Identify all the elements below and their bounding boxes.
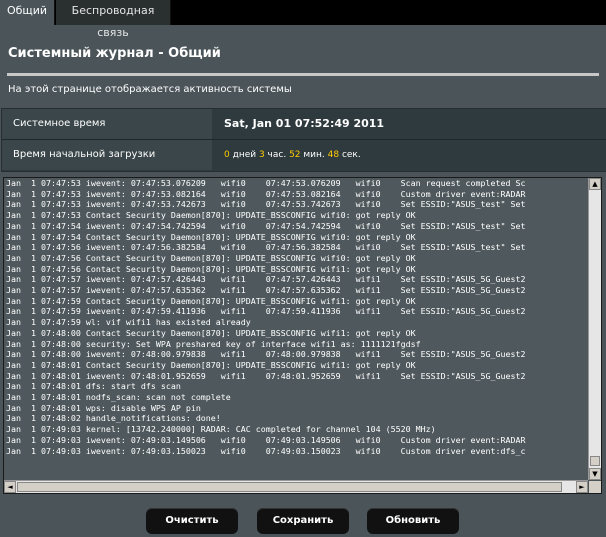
page-title: Системный журнал - Общий — [8, 46, 221, 61]
scrollbar-corner — [589, 481, 601, 493]
log-line: Jan 1 07:47:56 iwevent: 07:47:56.382584 … — [6, 242, 526, 253]
log-line: Jan 1 07:48:01 iwevent: 07:48:01.952659 … — [6, 370, 526, 381]
scroll-left-icon[interactable]: ◄ — [4, 481, 16, 493]
log-line: Jan 1 07:48:01 dfs: start dfs scan — [6, 381, 181, 392]
title-divider — [7, 73, 599, 76]
scroll-up-icon[interactable]: ▲ — [589, 178, 601, 190]
save-button[interactable]: Сохранить — [257, 508, 349, 534]
log-line: Jan 1 07:47:53 iwevent: 07:47:53.076209 … — [6, 178, 526, 188]
tab-wireless[interactable]: Беспроводная связь — [56, 0, 171, 39]
log-line: Jan 1 07:47:57 iwevent: 07:47:57.426443 … — [6, 274, 526, 285]
log-line: Jan 1 07:47:56 Contact Security Daemon[8… — [6, 252, 416, 263]
uptime-days-unit: дней — [229, 150, 259, 160]
log-line: Jan 1 07:47:56 Contact Security Daemon[8… — [6, 263, 416, 274]
uptime-seconds: 48 — [327, 150, 340, 160]
vertical-scroll-thumb[interactable] — [590, 456, 600, 466]
horizontal-scroll-thumb[interactable] — [17, 482, 562, 492]
log-line: Jan 1 07:48:01 wps: disable WPS AP pin — [6, 402, 201, 413]
uptime-minutes: 52 — [289, 150, 301, 160]
log-line: Jan 1 07:47:59 Contact Security Daemon[8… — [6, 295, 416, 306]
scroll-right-icon[interactable]: ► — [576, 481, 588, 493]
system-log-textarea[interactable]: Jan 1 07:47:53 iwevent: 07:47:53.076209 … — [3, 177, 602, 494]
log-line: Jan 1 07:48:00 iwevent: 07:48:00.979838 … — [6, 349, 526, 360]
scroll-down-icon[interactable]: ▼ — [589, 468, 601, 480]
log-line: Jan 1 07:47:54 iwevent: 07:47:54.742594 … — [6, 220, 526, 231]
log-line: Jan 1 07:48:00 security: Set WPA preshar… — [6, 338, 421, 349]
log-line: Jan 1 07:47:54 Contact Security Daemon[8… — [6, 231, 416, 242]
horizontal-scrollbar[interactable]: ◄ ► — [4, 480, 588, 493]
log-line: Jan 1 07:47:59 iwevent: 07:47:59.411936 … — [6, 306, 526, 317]
log-line: Jan 1 07:47:53 iwevent: 07:47:53.082164 … — [6, 188, 526, 199]
log-line: Jan 1 07:47:57 iwevent: 07:47:57.635362 … — [6, 285, 526, 296]
log-line: Jan 1 07:49:03 iwevent: 07:49:03.149506 … — [6, 434, 526, 445]
log-line: Jan 1 07:47:53 iwevent: 07:47:53.742673 … — [6, 199, 526, 210]
refresh-button[interactable]: Обновить — [367, 508, 459, 534]
log-line: Jan 1 07:48:02 handle_notifications: don… — [6, 413, 221, 424]
vertical-scrollbar[interactable]: ▲ ▼ — [588, 178, 601, 480]
uptime-minutes-unit: мин. — [300, 150, 328, 160]
log-line: Jan 1 07:47:53 Contact Security Daemon[8… — [6, 210, 416, 221]
system-time-label: Системное время — [2, 109, 212, 139]
log-line: Jan 1 07:48:01 nodfs_scan: scan not comp… — [6, 392, 231, 403]
log-line: Jan 1 07:47:59 wl: vif wifi1 has existed… — [6, 317, 251, 328]
tab-general[interactable]: Общий — [0, 0, 55, 25]
clear-button[interactable]: Очистить — [146, 508, 238, 534]
log-line: Jan 1 07:49:03 kernel: [13742.240000] RA… — [6, 424, 436, 435]
system-time-row: Системное время Sat, Jan 01 07:52:49 201… — [2, 109, 606, 140]
log-line: Jan 1 07:49:03 iwevent: 07:49:03.150023 … — [6, 445, 526, 456]
uptime-hours-unit: час. — [264, 150, 290, 160]
tab-bar: Общий Беспроводная связь — [0, 0, 606, 39]
system-info-table: Системное время Sat, Jan 01 07:52:49 201… — [1, 108, 606, 172]
uptime-label: Время начальной загрузки — [2, 140, 212, 170]
log-line: Jan 1 07:48:01 Contact Security Daemon[8… — [6, 359, 416, 370]
system-time-value: Sat, Jan 01 07:52:49 2011 — [224, 117, 385, 130]
uptime-seconds-unit: сек. — [339, 150, 361, 160]
page-description: На этой странице отображается активность… — [8, 84, 292, 95]
log-line: Jan 1 07:48:00 Contact Security Daemon[8… — [6, 327, 416, 338]
uptime-value: 0 дней 3 час. 52 мин. 48 сек. — [214, 140, 606, 170]
log-content[interactable]: Jan 1 07:47:53 iwevent: 07:47:53.076209 … — [4, 178, 588, 480]
uptime-row: Время начальной загрузки 0 дней 3 час. 5… — [2, 140, 606, 170]
